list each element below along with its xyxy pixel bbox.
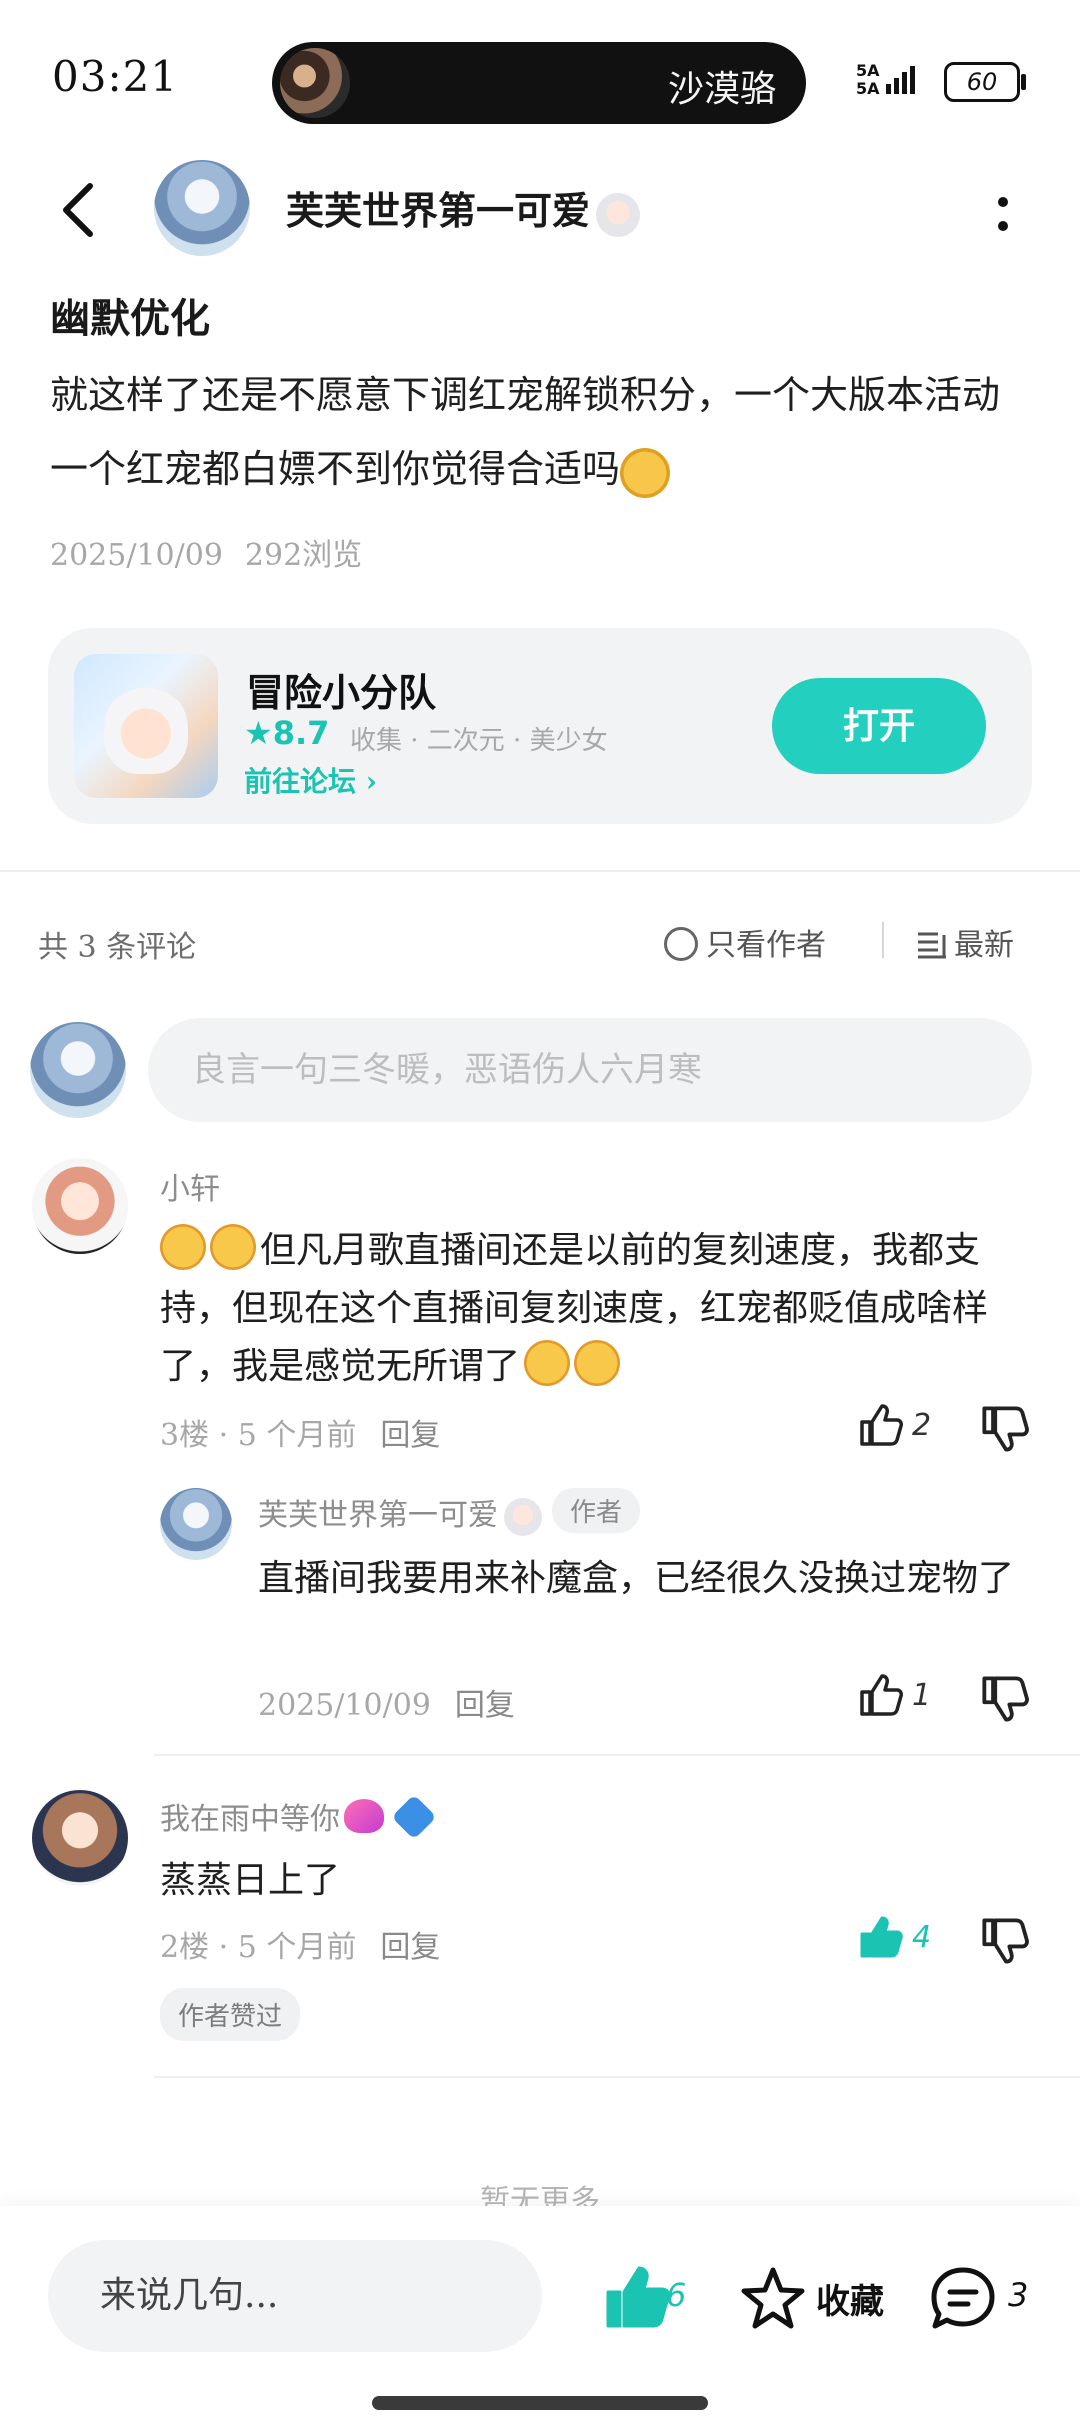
open-game-button[interactable]: 打开 [772,678,986,774]
favorite-label[interactable]: 收藏 [816,2274,884,2323]
comments-count: 共 3 条评论 [38,930,197,965]
back-icon[interactable] [54,180,104,240]
reply-time: 2025/10/09 [258,1688,431,1723]
comment-like-button[interactable]: 2 [858,1402,958,1452]
reply-author-name[interactable]: 芙芙世界第一可爱 作者 [258,1488,641,1536]
author-only-toggle[interactable]: 只看作者 [664,920,826,964]
reply-button[interactable]: 回复 [455,1688,515,1723]
game-badge-icon [391,1794,437,1840]
post-body-text: 就这样了还是不愿意下调红宠解锁积分，一个大版本活动一个红宠都白嫖不到你觉得合适吗 [50,373,1001,491]
post-title: 幽默优化 [50,295,210,342]
reply-button[interactable]: 回复 [380,1930,440,1965]
thumbs-up-icon [860,1674,903,1716]
reply-text: 直播间我要用来补魔盒，已经很久没换过宠物了 [258,1558,1015,1599]
thumbs-up-icon [860,1404,903,1446]
comment-meta: 3楼 · 5 个月前 回复 [160,1410,440,1454]
reply-author-avatar[interactable] [160,1488,232,1560]
bottom-comment-input[interactable]: 来说几句... [48,2240,542,2352]
author-name-emoji-icon [504,1498,542,1536]
heart-emoji-icon [344,1799,384,1833]
thumbs-down-icon[interactable] [980,1916,1030,1966]
post-date: 2025/10/09 [50,538,223,573]
dynamic-island-now-playing[interactable]: 沙漠骆 [272,42,806,124]
post-body: 就这样了还是不愿意下调红宠解锁积分，一个大版本活动一个红宠都白嫖不到你觉得合适吗 [50,358,1030,506]
author-only-label: 只看作者 [706,928,826,963]
thumbs-down-icon[interactable] [980,1404,1030,1454]
now-playing-artwork [280,48,350,118]
comment-input[interactable]: 良言一句三冬暖，恶语伤人六月寒 [148,1018,1032,1122]
comment-like-button[interactable]: 4 [858,1914,958,1964]
favorite-star-icon[interactable] [738,2264,808,2334]
author-name-text: 芙芙世界第一可爱 [286,188,591,233]
status-bar: 03:21 沙漠骆 5A 5A 60 [0,0,1080,150]
commenter-avatar[interactable] [32,1790,128,1886]
comment-like-count: 2 [912,1408,932,1443]
my-avatar [30,1022,126,1118]
reply-like-count: 1 [912,1678,932,1713]
bottom-action-bar: 来说几句... 6 收藏 3 [0,2206,1080,2428]
author-tag: 作者 [552,1488,641,1533]
post-like-count: 6 [666,2276,687,2314]
sort-separator [882,922,884,958]
author-name[interactable]: 芙芙世界第一可爱 [286,180,641,237]
game-tags: 收集 · 二次元 · 美少女 [350,726,608,756]
section-divider [0,870,1080,872]
comment-bubble-icon[interactable] [928,2264,998,2334]
comment-text: 但凡月歌直播间还是以前的复刻速度，我都支持，但现在这个直播间复刻速度，红宠都贬值… [160,1222,1020,1396]
status-time: 03:21 [52,52,179,101]
game-rating: ★8.7 [244,714,330,752]
post-meta: 2025/10/09 292浏览 [50,530,362,574]
comment-meta: 2楼 · 5 个月前 回复 [160,1922,440,1966]
yum-emoji-icon [160,1224,206,1270]
game-card[interactable]: 冒险小分队 ★8.7 收集 · 二次元 · 美少女 前往论坛 › 打开 [48,628,1032,824]
comment-text: 蒸蒸日上了 [160,1860,341,1901]
yum-emoji-icon [210,1224,256,1270]
commenter-name[interactable]: 小轩 [160,1164,220,1208]
battery-level: 60 [966,68,998,96]
angry-emoji-icon [620,447,671,498]
thumbs-down-icon[interactable] [980,1674,1030,1724]
sort-latest-label: 最新 [954,928,1014,963]
sort-latest-button[interactable]: 最新 [916,920,1014,964]
battery-icon: 60 [944,62,1020,102]
signal-bars-icon [886,66,918,94]
game-name: 冒险小分队 [246,670,437,715]
author-liked-tag: 作者赞过 [160,1988,301,2041]
reply-button[interactable]: 回复 [380,1418,440,1453]
thumbs-up-filled-icon [860,1916,903,1958]
comment-floor-time: 3楼 · 5 个月前 [160,1418,357,1453]
commenter-name[interactable]: 我在雨中等你 [160,1794,437,1840]
go-to-forum-link[interactable]: 前往论坛 › [244,760,377,800]
commenter-name-text: 我在雨中等你 [160,1802,340,1837]
radio-circle-icon [664,927,698,961]
reply-like-button[interactable]: 1 [858,1672,958,1722]
more-icon[interactable] [988,190,1018,240]
network-type-label: 5A 5A [856,61,880,98]
battery-tip [1021,74,1026,90]
now-playing-title: 沙漠骆 [667,69,776,110]
smile-emoji-icon [574,1340,621,1386]
author-avatar[interactable] [154,160,250,256]
game-icon [74,654,218,798]
comment-divider [154,2076,1080,2078]
author-name-emoji-icon [596,192,641,237]
post-header: 芙芙世界第一可爱 [0,150,1080,270]
sort-list-icon [918,932,946,959]
home-indicator[interactable] [372,2396,708,2410]
comment-divider [154,1754,1080,1756]
commenter-avatar[interactable] [32,1158,128,1254]
post-comment-count: 3 [1008,2276,1029,2314]
reply-author-name-text: 芙芙世界第一可爱 [258,1498,498,1533]
comment-like-count: 4 [912,1920,932,1955]
comment-floor-time: 2楼 · 5 个月前 [160,1930,357,1965]
reply-meta: 2025/10/09 回复 [258,1680,515,1724]
signal-indicator: 5A 5A [856,62,936,102]
post-views: 292浏览 [244,538,363,573]
smile-emoji-icon [524,1340,571,1386]
